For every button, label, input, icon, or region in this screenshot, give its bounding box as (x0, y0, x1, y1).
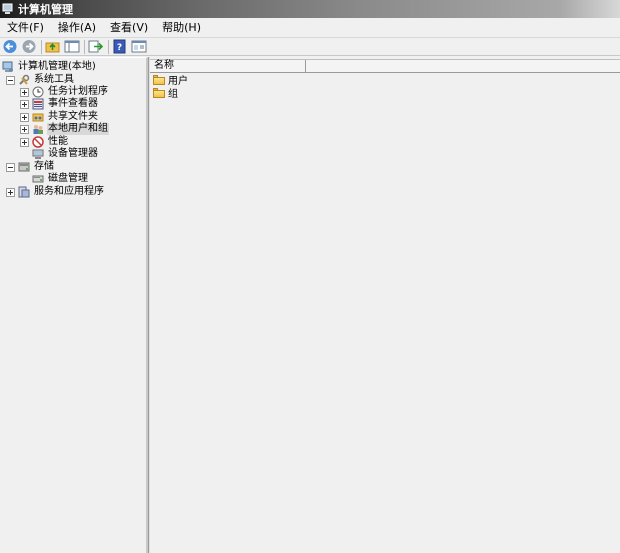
toolbar-separator (84, 39, 85, 54)
export-icon[interactable] (88, 39, 104, 54)
menu-bar: 文件(F) 操作(A) 查看(V) 帮助(H) (0, 18, 620, 38)
expand-toggle[interactable] (20, 137, 29, 147)
back-icon[interactable] (2, 39, 18, 54)
menu-action[interactable]: 操作(A) (51, 18, 103, 38)
users-icon (32, 123, 44, 135)
list-item-label: 组 (168, 89, 178, 100)
computer-management-icon (2, 61, 14, 73)
expand-toggle[interactable] (20, 99, 29, 109)
tree-label-services-apps: 服务和应用程序 (34, 186, 104, 197)
event-viewer-icon (32, 98, 44, 110)
tree-item-disk-management[interactable]: 磁盘管理 (20, 173, 89, 185)
tree-item-local-users-groups[interactable]: 本地用户和组 (20, 123, 109, 135)
clock-icon (32, 86, 44, 98)
help-icon[interactable]: ? (112, 39, 128, 54)
tree-label-event-viewer: 事件查看器 (48, 98, 98, 109)
expand-toggle[interactable] (20, 124, 29, 134)
tree-item-storage[interactable]: 存储 (6, 161, 55, 173)
tree-item-shared-folders[interactable]: 共享文件夹 (20, 111, 99, 123)
expand-toggle[interactable] (20, 112, 29, 122)
tree-label-storage: 存储 (34, 161, 54, 172)
window-title: 计算机管理 (18, 3, 73, 16)
column-header-bar: 名称 (150, 59, 620, 73)
title-bar[interactable]: 计算机管理 (0, 0, 620, 18)
collapse-toggle[interactable] (6, 75, 15, 85)
show-tree-icon[interactable] (64, 39, 80, 54)
up-folder-icon[interactable] (45, 39, 61, 54)
disk-icon (32, 173, 44, 185)
tree-item-event-viewer[interactable]: 事件查看器 (20, 98, 99, 110)
list-item[interactable]: 组 (153, 86, 178, 100)
device-manager-icon (32, 148, 44, 160)
collapse-toggle[interactable] (6, 162, 15, 172)
tree-label-root: 计算机管理(本地) (18, 61, 96, 72)
tree-label-performance: 性能 (48, 136, 68, 147)
svg-text:?: ? (117, 43, 122, 53)
tree-label-device-manager: 设备管理器 (48, 148, 98, 159)
tree-label-task-scheduler: 任务计划程序 (48, 86, 108, 97)
expand-toggle[interactable] (6, 187, 15, 197)
properties-icon[interactable] (131, 39, 147, 54)
tree-item-task-scheduler[interactable]: 任务计划程序 (20, 86, 109, 98)
tree-item-system-tools[interactable]: 系统工具 (6, 74, 75, 86)
performance-icon (32, 136, 44, 148)
tree-item-device-manager[interactable]: 设备管理器 (20, 148, 99, 160)
tree-item-root[interactable]: 计算机管理(本地) (2, 61, 97, 73)
tree-item-services-apps[interactable]: 服务和应用程序 (6, 186, 105, 198)
menu-help[interactable]: 帮助(H) (155, 18, 208, 38)
folder-icon (153, 87, 165, 98)
toolbar: ? (0, 38, 620, 56)
tree-label-shared-folders: 共享文件夹 (48, 111, 98, 122)
console-tree[interactable]: 计算机管理(本地) 系统工具 任务计划程序 事件查看器 共享文件夹 本地用户和组… (0, 57, 148, 553)
shared-folder-icon (32, 111, 44, 123)
tree-label-system-tools: 系统工具 (34, 74, 74, 85)
menu-file[interactable]: 文件(F) (0, 18, 51, 38)
tree-label-local-users-groups: 本地用户和组 (47, 123, 109, 135)
storage-icon (18, 161, 30, 173)
tree-item-performance[interactable]: 性能 (20, 136, 69, 148)
menu-view[interactable]: 查看(V) (103, 18, 155, 38)
toolbar-separator (41, 39, 42, 54)
tools-icon (18, 74, 30, 86)
results-list[interactable]: 名称 用户 组 (150, 57, 620, 553)
tree-label-disk-management: 磁盘管理 (48, 173, 88, 184)
forward-icon[interactable] (21, 39, 37, 54)
services-icon (18, 186, 30, 198)
folder-icon (153, 74, 165, 85)
expand-toggle[interactable] (20, 87, 29, 97)
toolbar-separator (108, 39, 109, 54)
computer-management-icon (2, 3, 14, 15)
